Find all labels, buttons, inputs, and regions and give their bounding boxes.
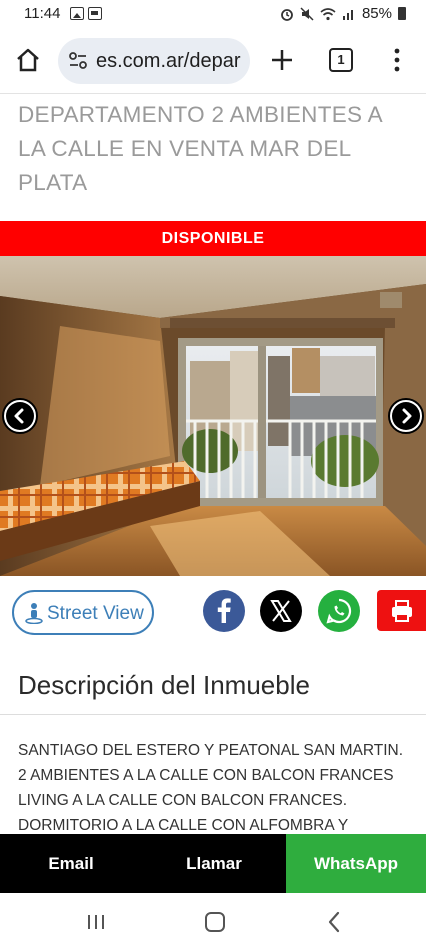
url-text[interactable]: es.com.ar/depar [96, 50, 241, 73]
site-settings-icon[interactable] [68, 51, 88, 71]
listing-title: DEPARTAMENTO 2 AMBIENTES A LA CALLE EN V… [18, 102, 382, 195]
description-body: SANTIAGO DEL ESTERO Y PEATONAL SAN MARTI… [18, 738, 418, 838]
status-system-icons: 85% [280, 5, 406, 22]
description-line: LIVING A LA CALLE CON BALCON FRANCES. [18, 792, 348, 809]
availability-banner: DISPONIBLE [0, 221, 426, 256]
contact-bar: Email Llamar WhatsApp [0, 834, 426, 893]
tab-switcher-button[interactable]: 1 [329, 48, 353, 72]
home-nav-icon[interactable] [205, 912, 225, 932]
facebook-icon [217, 598, 231, 623]
street-view-label: Street View [47, 603, 144, 624]
address-bar[interactable]: es.com.ar/depar [58, 38, 250, 84]
system-navigation-bar [0, 893, 426, 950]
whatsapp-share-button[interactable] [318, 590, 360, 632]
app-notification-icon [88, 7, 102, 20]
battery-icon [398, 7, 406, 20]
new-tab-icon[interactable] [268, 46, 296, 74]
whatsapp-icon [326, 598, 352, 624]
next-arrow-icon [392, 402, 420, 430]
more-menu-icon[interactable] [392, 48, 402, 72]
street-view-button[interactable]: Street View [12, 590, 154, 635]
status-bar: 11:44 85% [0, 0, 426, 28]
previous-photo-button[interactable] [2, 398, 38, 434]
description-line: SANTIAGO DEL ESTERO Y PEATONAL SAN MARTI… [18, 742, 404, 759]
browser-toolbar: es.com.ar/depar 1 [0, 28, 426, 94]
x-share-button[interactable] [260, 590, 302, 632]
call-button[interactable]: Llamar [142, 834, 286, 893]
recent-apps-icon[interactable] [86, 914, 106, 930]
back-icon[interactable] [326, 911, 342, 933]
signal-icon [342, 9, 353, 20]
previous-arrow-icon [6, 402, 34, 430]
description-line: 2 AMBIENTES A LA CALLE CON BALCON FRANCE… [18, 767, 394, 784]
property-photo [0, 256, 426, 576]
section-divider [0, 714, 426, 715]
battery-level: 85% [361, 5, 392, 22]
next-photo-button[interactable] [388, 398, 424, 434]
alarm-icon [281, 8, 293, 21]
status-notification-icons [70, 7, 102, 20]
printer-icon [392, 600, 412, 622]
x-logo-icon [270, 600, 292, 622]
email-button[interactable]: Email [0, 834, 142, 893]
wifi-icon [320, 7, 336, 20]
property-photo-carousel[interactable] [0, 256, 426, 576]
facebook-share-button[interactable] [203, 590, 245, 632]
mute-icon [300, 6, 314, 21]
pegman-icon [25, 603, 43, 624]
status-time: 11:44 [24, 5, 61, 22]
description-heading: Descripción del Inmueble [18, 670, 310, 700]
home-icon[interactable] [14, 46, 42, 74]
print-button[interactable] [377, 590, 426, 631]
gallery-notification-icon [70, 7, 84, 20]
whatsapp-contact-button[interactable]: WhatsApp [286, 834, 426, 893]
